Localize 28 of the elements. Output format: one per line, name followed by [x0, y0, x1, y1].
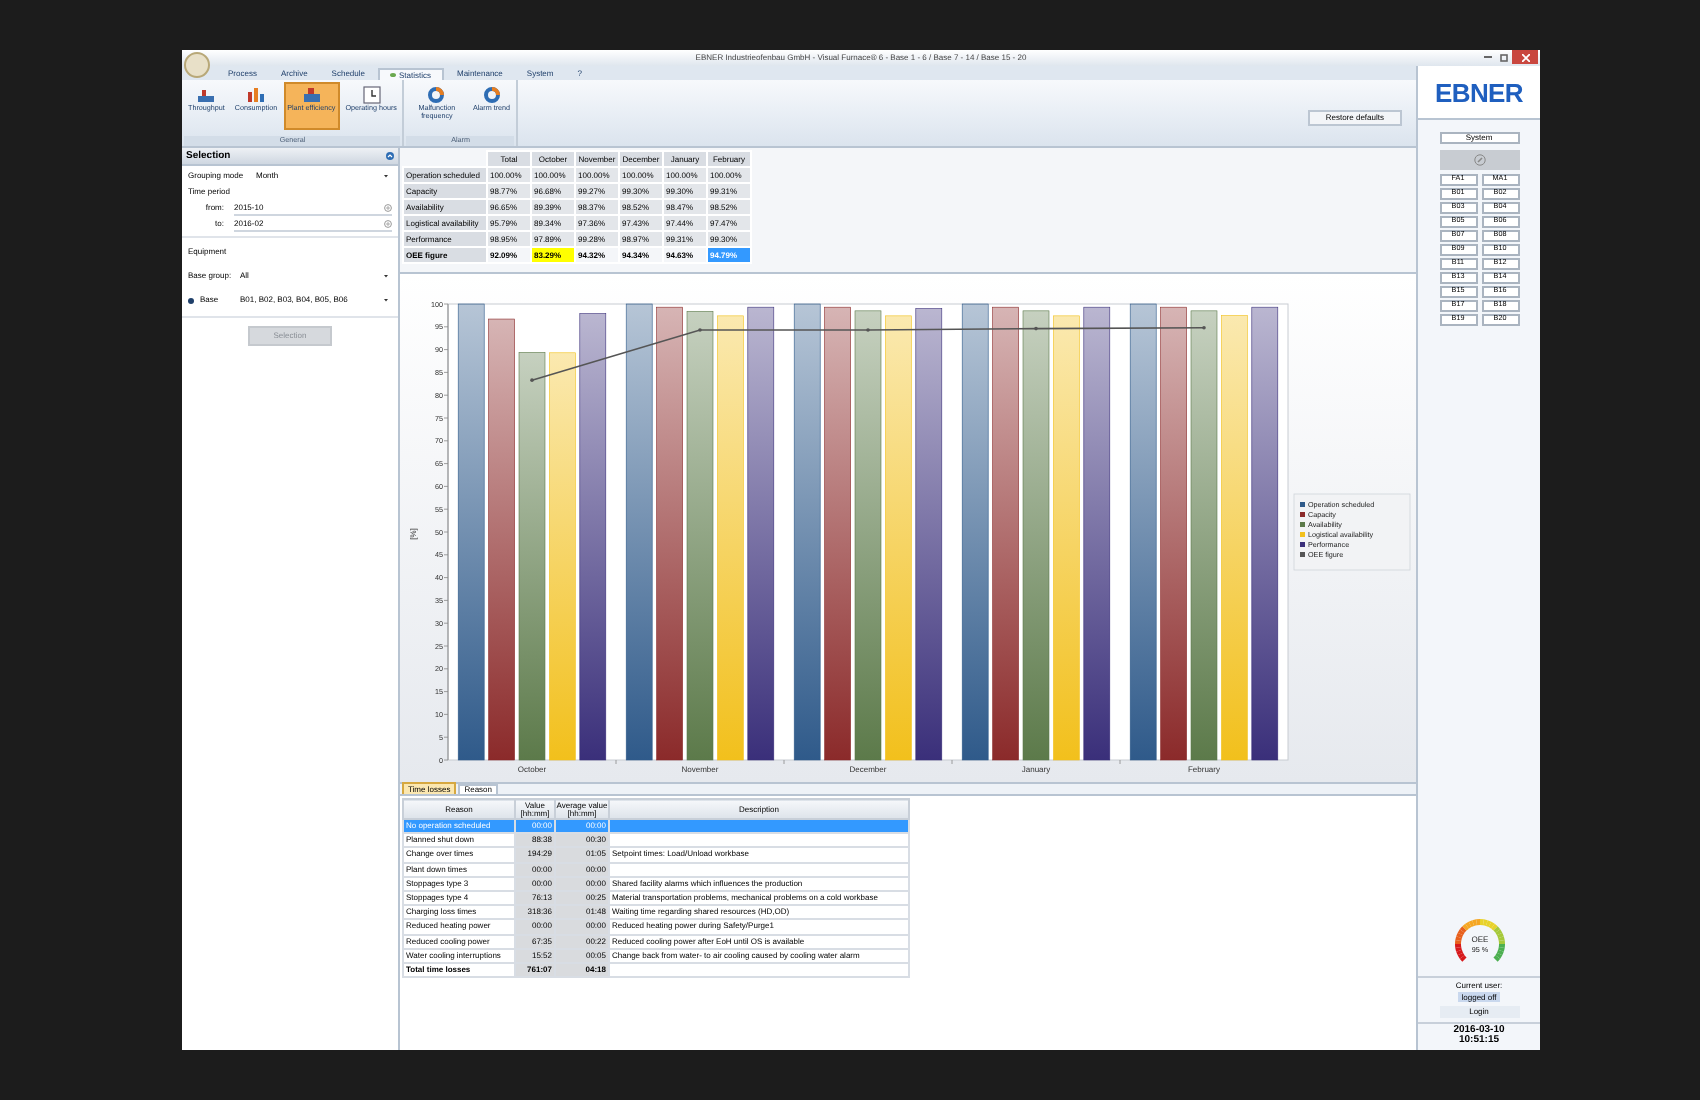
- ring-chart-icon: [481, 86, 502, 104]
- furnace-icon: [301, 86, 322, 104]
- close-icon: [1521, 53, 1529, 61]
- legend-swatch: [1300, 512, 1305, 517]
- furnace-icon: [196, 86, 217, 104]
- caret-icon: [384, 298, 388, 302]
- spin-icon: [384, 203, 392, 211]
- ring-chart-icon: [426, 86, 447, 104]
- collapse-icon[interactable]: [386, 152, 394, 160]
- legend-background: [1293, 493, 1411, 571]
- bar-chart-icon: [245, 86, 266, 104]
- logo: EBNER: [1435, 79, 1523, 105]
- minimize-button[interactable]: [1480, 50, 1496, 64]
- caret-icon: [384, 174, 388, 178]
- gauge-drawing: [1454, 919, 1504, 962]
- spin-icon: [384, 219, 392, 227]
- legend-swatch: [1300, 522, 1305, 527]
- clock-icon: [361, 86, 382, 104]
- legend-swatch: [1300, 502, 1305, 507]
- maximize-icon: [1500, 53, 1508, 61]
- legend-swatch: [1300, 542, 1305, 547]
- legend-swatch: [1300, 532, 1305, 537]
- maximize-button[interactable]: [1496, 50, 1512, 64]
- leaf-icon: [390, 72, 397, 78]
- minimize-icon: [1484, 56, 1492, 58]
- legend-swatch: [1300, 552, 1305, 557]
- close-button[interactable]: [1512, 50, 1538, 64]
- radio-button[interactable]: [188, 297, 194, 303]
